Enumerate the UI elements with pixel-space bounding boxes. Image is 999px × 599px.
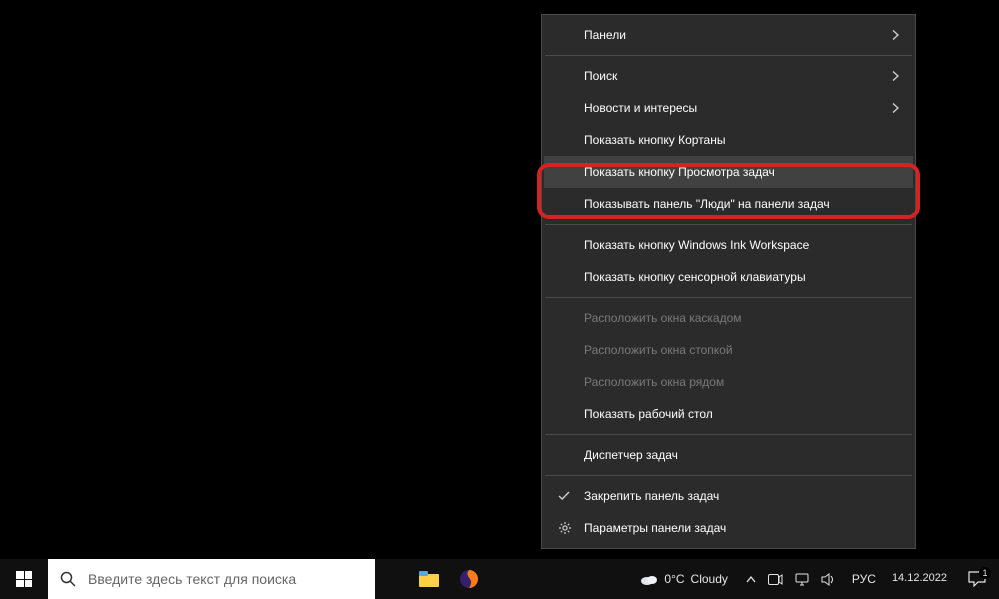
- menu-item-lock-taskbar[interactable]: Закрепить панель задач: [544, 480, 913, 512]
- menu-item-show-desktop[interactable]: Показать рабочий стол: [544, 398, 913, 430]
- chevron-right-icon: [892, 71, 899, 82]
- cloud-icon: [640, 572, 658, 586]
- tray-datetime[interactable]: 14.12.2022: [884, 572, 955, 585]
- menu-item-label: Показать кнопку Просмотра задач: [584, 165, 775, 179]
- search-placeholder: Введите здесь текст для поиска: [88, 571, 296, 587]
- menu-separator: [545, 475, 912, 476]
- menu-item-cortana[interactable]: Показать кнопку Кортаны: [544, 124, 913, 156]
- taskbar-app-file-explorer[interactable]: [409, 559, 449, 599]
- menu-item-label: Закрепить панель задач: [584, 489, 719, 503]
- start-button[interactable]: [0, 559, 48, 599]
- menu-item-cascade: Расположить окна каскадом: [544, 302, 913, 334]
- tray-network-icon[interactable]: [795, 573, 809, 586]
- menu-item-label: Панели: [584, 28, 626, 42]
- menu-item-label: Показать кнопку Кортаны: [584, 133, 725, 147]
- folder-icon: [419, 571, 439, 587]
- notif-badge: 1: [979, 567, 991, 579]
- chevron-right-icon: [892, 30, 899, 41]
- menu-separator: [545, 297, 912, 298]
- menu-item-news[interactable]: Новости и интересы: [544, 92, 913, 124]
- weather-temp: 0°C: [664, 572, 684, 586]
- menu-item-label: Поиск: [584, 69, 617, 83]
- menu-item-label: Расположить окна стопкой: [584, 343, 733, 357]
- tray-chevron-up-icon[interactable]: [746, 576, 756, 583]
- firefox-icon: [459, 569, 479, 589]
- tray-language[interactable]: РУС: [844, 572, 884, 586]
- chevron-right-icon: [892, 103, 899, 114]
- taskbar: Введите здесь текст для поиска 0°C Cloud…: [0, 559, 999, 599]
- tray-weather[interactable]: 0°C Cloudy: [630, 572, 738, 586]
- taskbar-context-menu: Панели Поиск Новости и интересы Показать…: [541, 14, 916, 549]
- menu-item-side-by-side: Расположить окна рядом: [544, 366, 913, 398]
- check-icon: [558, 491, 570, 501]
- taskbar-app-firefox[interactable]: [449, 559, 489, 599]
- gear-icon: [558, 521, 572, 535]
- menu-item-label: Расположить окна рядом: [584, 375, 724, 389]
- menu-item-panels[interactable]: Панели: [544, 19, 913, 51]
- menu-item-task-manager[interactable]: Диспетчер задач: [544, 439, 913, 471]
- menu-item-stacked: Расположить окна стопкой: [544, 334, 913, 366]
- menu-item-taskview[interactable]: Показать кнопку Просмотра задач: [544, 156, 913, 188]
- weather-text: Cloudy: [691, 572, 728, 586]
- menu-item-label: Диспетчер задач: [584, 448, 678, 462]
- menu-item-label: Показывать панель "Люди" на панели задач: [584, 197, 830, 211]
- system-tray: 0°C Cloudy РУС 14.12.2022: [630, 559, 999, 599]
- menu-separator: [545, 434, 912, 435]
- menu-item-touch-keyboard[interactable]: Показать кнопку сенсорной клавиатуры: [544, 261, 913, 293]
- menu-item-label: Параметры панели задач: [584, 521, 726, 535]
- menu-item-label: Показать кнопку сенсорной клавиатуры: [584, 270, 806, 284]
- menu-item-taskbar-settings[interactable]: Параметры панели задач: [544, 512, 913, 544]
- tray-date: 14.12.2022: [892, 572, 947, 585]
- tray-action-center[interactable]: 1: [955, 571, 999, 587]
- menu-item-people[interactable]: Показывать панель "Люди" на панели задач: [544, 188, 913, 220]
- menu-item-ink[interactable]: Показать кнопку Windows Ink Workspace: [544, 229, 913, 261]
- taskbar-search[interactable]: Введите здесь текст для поиска: [48, 559, 375, 599]
- menu-item-label: Показать кнопку Windows Ink Workspace: [584, 238, 809, 252]
- menu-separator: [545, 224, 912, 225]
- tray-volume-icon[interactable]: [821, 573, 836, 586]
- menu-separator: [545, 55, 912, 56]
- menu-item-search[interactable]: Поиск: [544, 60, 913, 92]
- menu-item-label: Расположить окна каскадом: [584, 311, 742, 325]
- tray-meet-now-icon[interactable]: [768, 574, 783, 585]
- windows-logo-icon: [16, 571, 32, 587]
- menu-item-label: Показать рабочий стол: [584, 407, 713, 421]
- search-icon: [60, 571, 76, 587]
- language-label: РУС: [852, 572, 876, 586]
- menu-item-label: Новости и интересы: [584, 101, 697, 115]
